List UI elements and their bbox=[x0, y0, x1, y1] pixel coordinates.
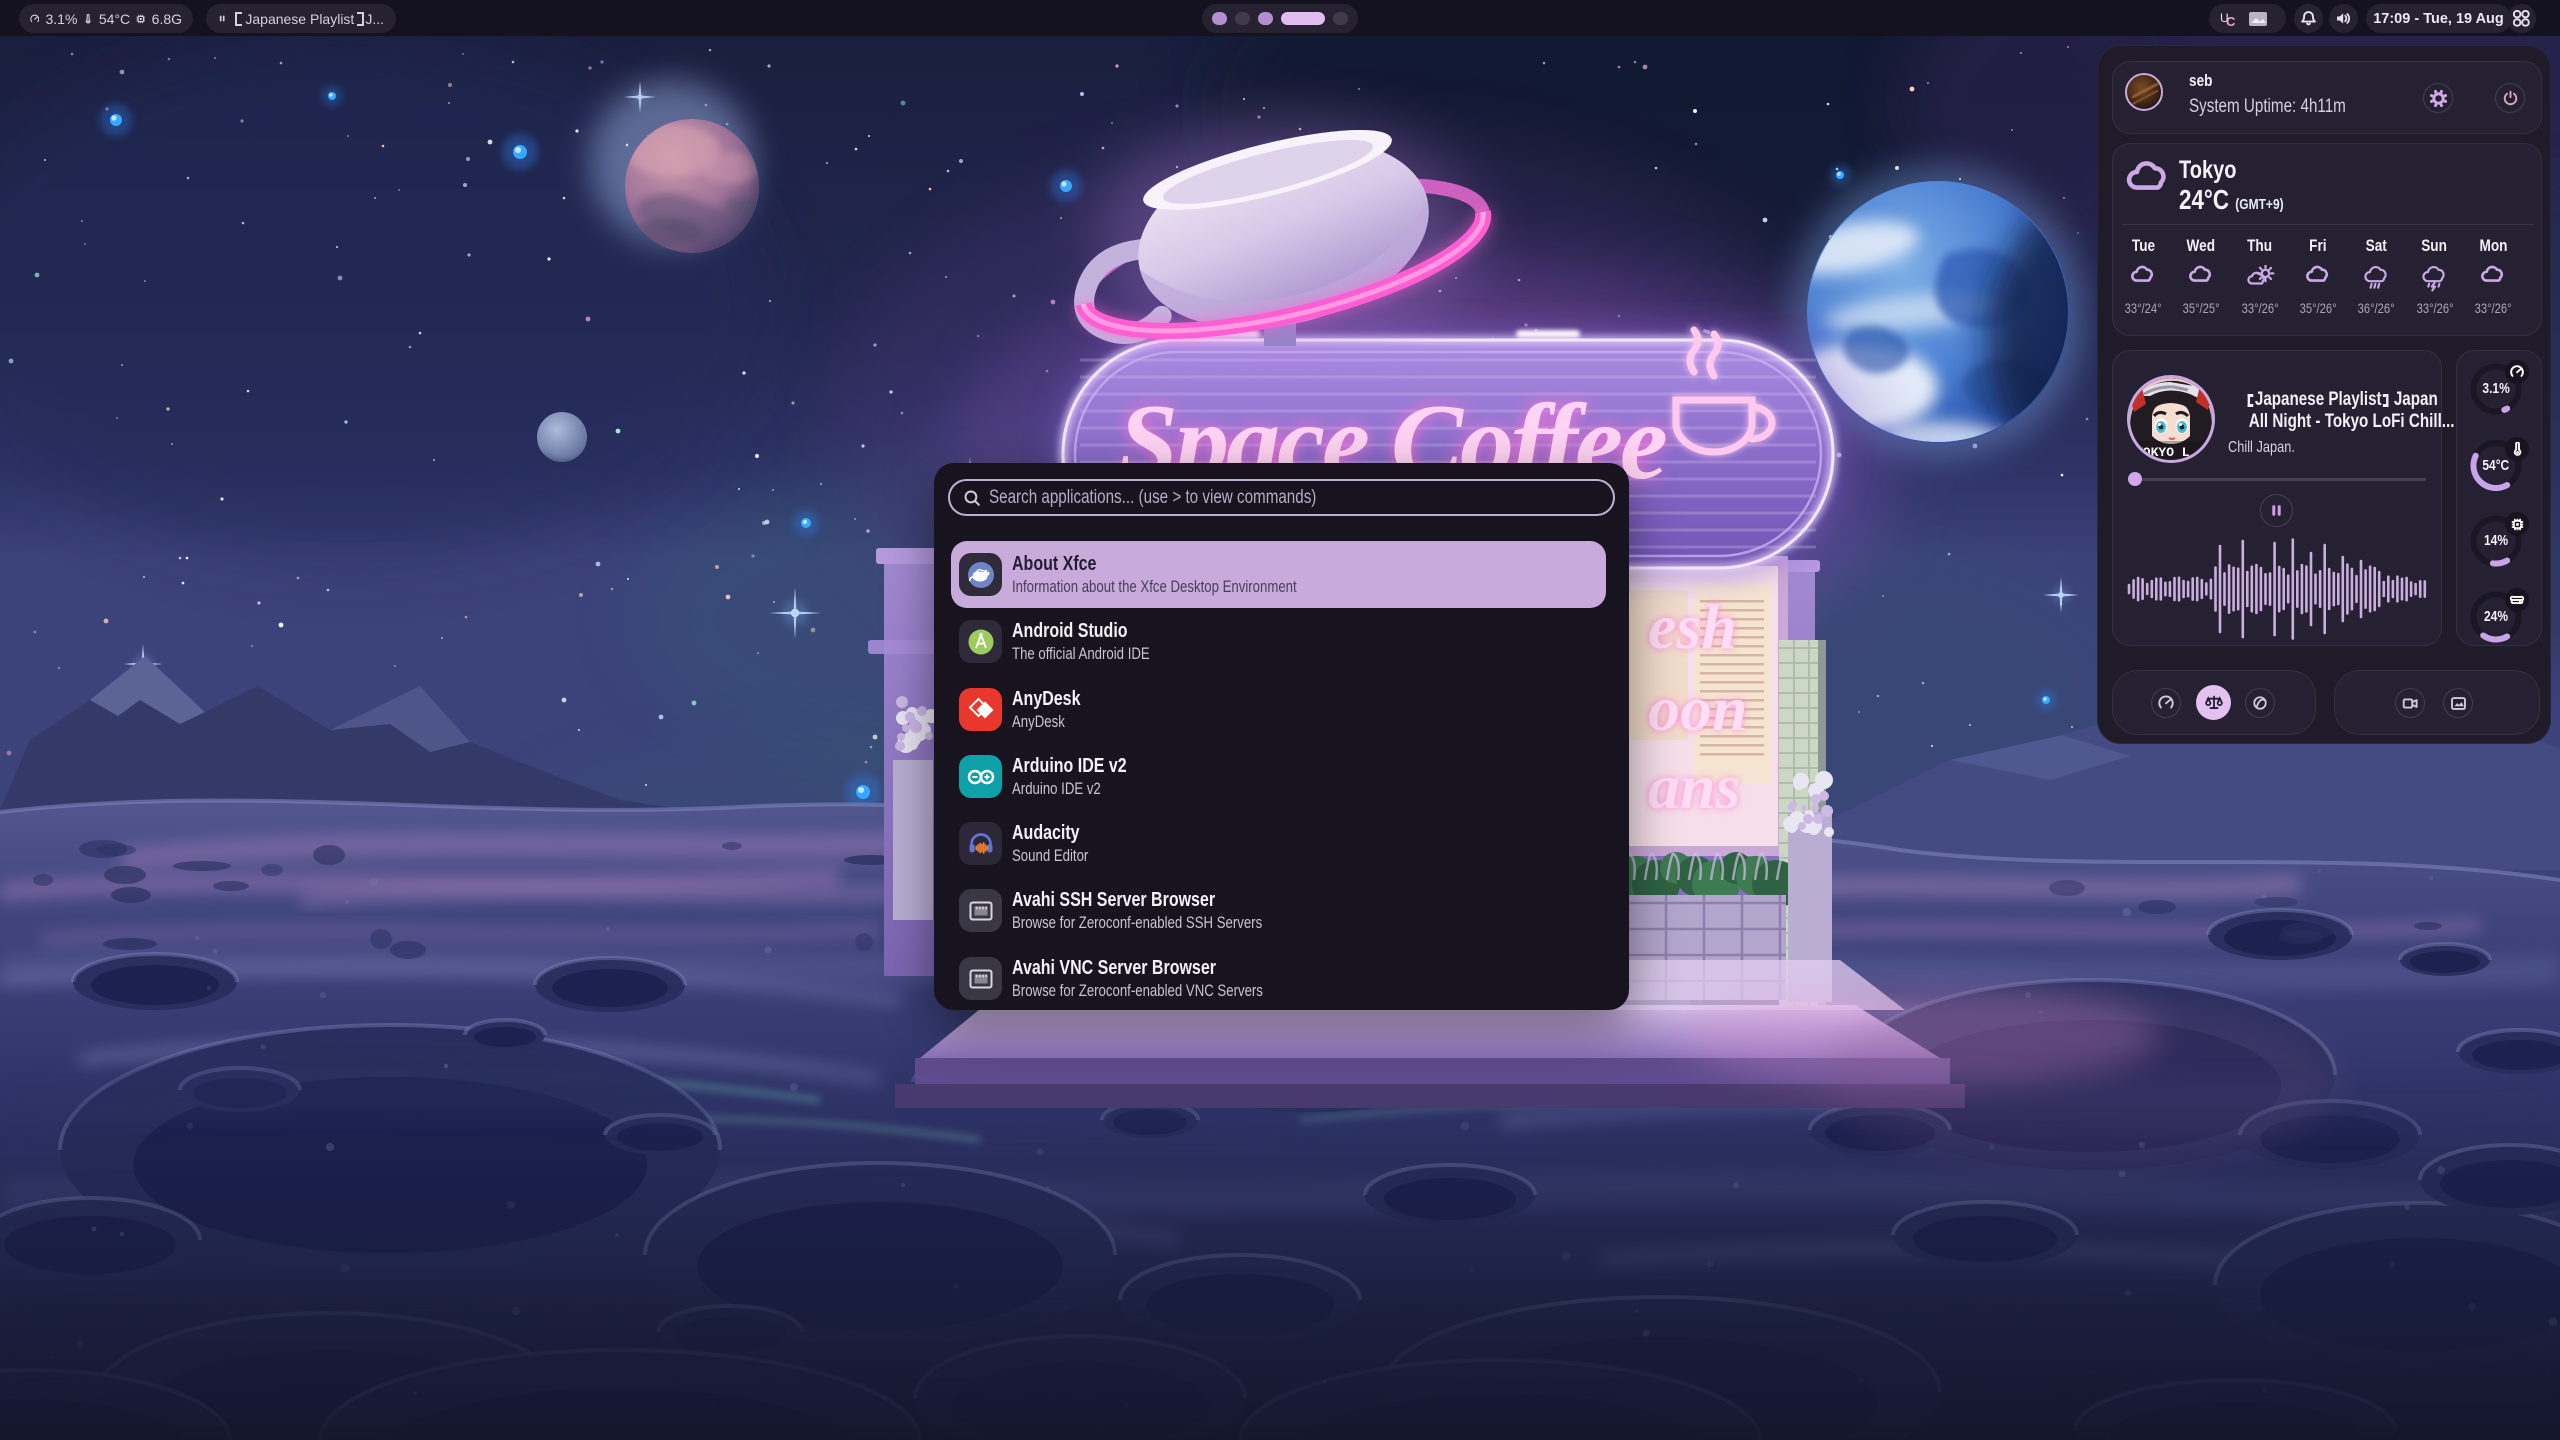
svg-text:esh: esh bbox=[1648, 591, 1737, 662]
svg-text:oon: oon bbox=[1648, 673, 1748, 744]
svg-text:TOKYO L: TOKYO L bbox=[2135, 445, 2190, 460]
svg-text:C: C bbox=[2226, 14, 2236, 29]
svg-text:ans: ans bbox=[1648, 751, 1741, 822]
